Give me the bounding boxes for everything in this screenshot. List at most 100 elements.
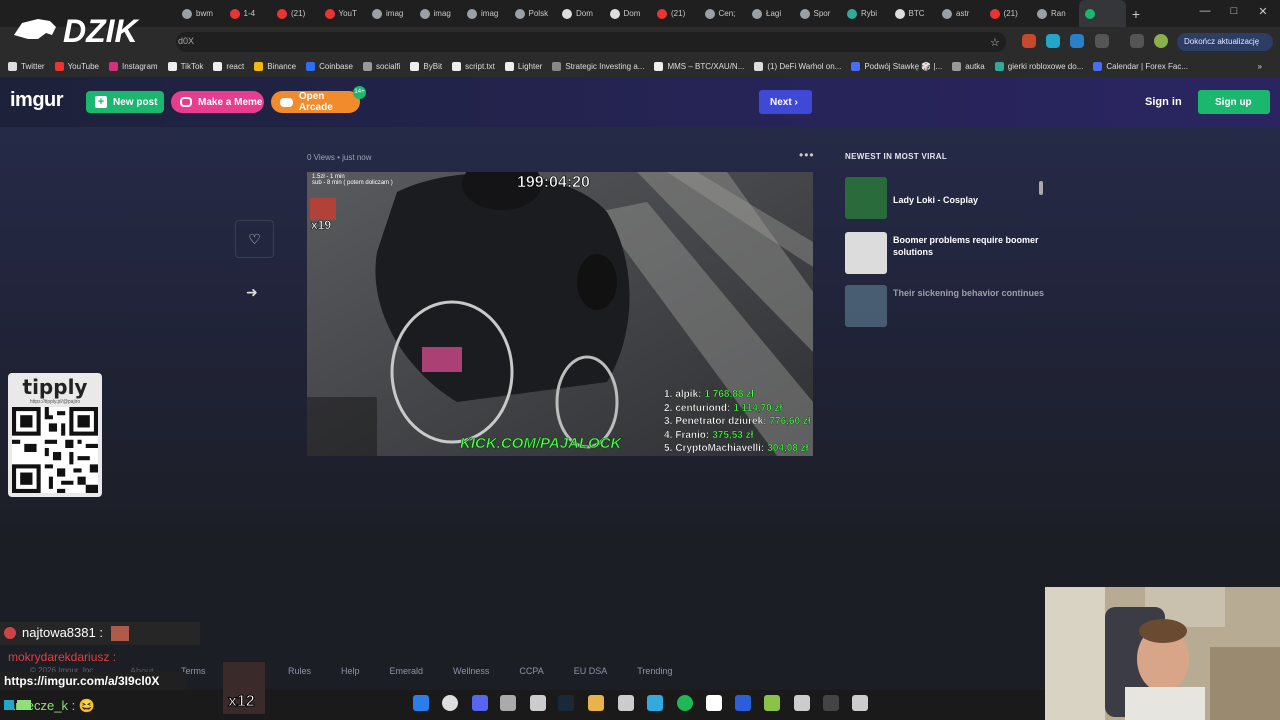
open-arcade-button[interactable]: Open Arcade bbox=[271, 91, 360, 113]
bookmark-item[interactable]: Instagram bbox=[109, 62, 158, 71]
post-media[interactable]: 1.5zł - 1 min sub - 8 min ( potem dolicz… bbox=[307, 172, 813, 456]
bookmark-item[interactable]: Lighter bbox=[504, 62, 542, 71]
extension-icon[interactable] bbox=[1070, 34, 1084, 48]
app-icon[interactable] bbox=[706, 695, 722, 711]
imgur-logo[interactable]: imgur bbox=[10, 89, 64, 112]
footer-link[interactable]: Rules bbox=[288, 666, 311, 676]
browser-tab[interactable]: Ran bbox=[1031, 0, 1079, 27]
chat-message: mokrydarekdariusz : bbox=[0, 650, 200, 668]
bookmark-item[interactable]: MMS – BTC/XAU/N... bbox=[654, 62, 744, 71]
app-icon[interactable] bbox=[618, 695, 634, 711]
browser-tab[interactable]: BTC bbox=[889, 0, 937, 27]
bookmark-item[interactable]: Twitter bbox=[8, 62, 45, 71]
new-tab-icon[interactable]: + bbox=[1126, 6, 1146, 22]
app-icon[interactable] bbox=[764, 695, 780, 711]
browser-tab[interactable]: Cen; bbox=[699, 0, 747, 27]
browser-tab[interactable]: YouT bbox=[319, 0, 367, 27]
sidebar-scrollbar[interactable] bbox=[1039, 181, 1043, 195]
tab-label: imag bbox=[481, 9, 499, 18]
browser-tab[interactable]: Dom bbox=[604, 0, 652, 27]
emoji-icon: 😆 bbox=[78, 698, 96, 713]
browser-tab[interactable]: imag bbox=[366, 0, 414, 27]
bookmark-item[interactable]: socialfi bbox=[362, 62, 400, 71]
footer-link[interactable]: Help bbox=[341, 666, 360, 676]
post-time: just now bbox=[342, 153, 372, 162]
folder-icon[interactable] bbox=[588, 695, 604, 711]
footer-link[interactable]: CCPA bbox=[519, 666, 543, 676]
chrome-icon[interactable] bbox=[442, 695, 458, 711]
viral-post-item[interactable]: Their sickening behavior continues bbox=[845, 285, 1045, 329]
app-icon[interactable] bbox=[735, 695, 751, 711]
app-icon[interactable] bbox=[823, 695, 839, 711]
terminal-icon[interactable] bbox=[852, 695, 868, 711]
puzzle-icon[interactable] bbox=[1095, 34, 1109, 48]
browser-tab[interactable]: Polsk bbox=[509, 0, 557, 27]
bookmark-item[interactable]: script.txt bbox=[452, 62, 495, 71]
tab-label: Dom bbox=[576, 9, 593, 18]
bookmark-label: Twitter bbox=[21, 62, 45, 71]
bookmark-item[interactable]: Calendar | Forex Fac... bbox=[1093, 62, 1188, 71]
leaderboard-name: alpik: bbox=[675, 389, 702, 400]
bookmark-item[interactable]: ByBit bbox=[410, 62, 442, 71]
footer-link[interactable]: Trending bbox=[637, 666, 672, 676]
star-icon[interactable]: ☆ bbox=[990, 36, 1000, 49]
leaderboard-name: CryptoMachiavelli: bbox=[675, 443, 765, 455]
app-icon[interactable] bbox=[500, 695, 516, 711]
spotify-icon[interactable] bbox=[677, 695, 693, 711]
next-button[interactable]: Next › bbox=[759, 90, 812, 114]
browser-tab[interactable]: 1-4 bbox=[224, 0, 272, 27]
browser-tab[interactable]: Łagi bbox=[746, 0, 794, 27]
bookmark-item[interactable]: (1) DeFi Warhol on... bbox=[754, 62, 841, 71]
update-button[interactable]: Dokończ aktualizację bbox=[1177, 33, 1273, 51]
viral-post-item[interactable]: Lady Loki - Cosplay bbox=[845, 177, 1045, 221]
browser-tab[interactable]: Dom bbox=[556, 0, 604, 27]
favorite-button[interactable]: ♡ bbox=[235, 220, 274, 258]
app-icon[interactable] bbox=[647, 695, 663, 711]
bookmark-item[interactable]: gierki robloxowe do... bbox=[994, 62, 1083, 71]
more-options-icon[interactable]: ••• bbox=[799, 148, 815, 162]
browser-tab[interactable]: astr bbox=[936, 0, 984, 27]
more-bookmarks-icon[interactable]: » bbox=[1258, 62, 1280, 71]
browser-tab[interactable]: imag bbox=[461, 0, 509, 27]
extension-icon[interactable] bbox=[1022, 34, 1036, 48]
maximize-icon[interactable]: □ bbox=[1219, 5, 1249, 17]
minimize-icon[interactable]: — bbox=[1190, 5, 1220, 17]
bookmark-item[interactable]: Binance bbox=[254, 62, 296, 71]
browser-tab[interactable]: (21) bbox=[984, 0, 1032, 27]
share-arrow-icon[interactable]: ➜ bbox=[246, 284, 258, 301]
browser-tab[interactable]: (21) bbox=[651, 0, 699, 27]
bookmark-item[interactable]: Podwój Stawkę 🎲 |... bbox=[851, 62, 942, 71]
steam-icon[interactable] bbox=[558, 695, 574, 711]
close-window-icon[interactable]: ✕ bbox=[1248, 5, 1278, 18]
stream-multiplier: x19 bbox=[311, 218, 332, 233]
bookmark-item[interactable]: Strategic Investing a... bbox=[552, 62, 644, 71]
footer-link[interactable]: EU DSA bbox=[574, 666, 608, 676]
browser-tab[interactable]: Rybi bbox=[841, 0, 889, 27]
media-icon[interactable] bbox=[1130, 34, 1144, 48]
discord-icon[interactable] bbox=[472, 695, 488, 711]
sign-in-link[interactable]: Sign in bbox=[1145, 96, 1182, 108]
viral-post-item[interactable]: Boomer problems require boomer solutions bbox=[845, 232, 1045, 276]
profile-avatar[interactable] bbox=[1154, 34, 1168, 48]
notepad-icon[interactable] bbox=[794, 695, 810, 711]
footer-link[interactable]: Wellness bbox=[453, 666, 489, 676]
new-post-button[interactable]: + New post bbox=[86, 91, 164, 113]
make-meme-button[interactable]: Make a Meme bbox=[171, 91, 264, 113]
footer-link[interactable]: Emerald bbox=[390, 666, 424, 676]
browser-tab[interactable]: Spor bbox=[794, 0, 842, 27]
browser-tab[interactable]: (21) bbox=[271, 0, 319, 27]
bookmark-item[interactable]: Coinbase bbox=[306, 62, 353, 71]
extension-icon[interactable] bbox=[1046, 34, 1060, 48]
bookmark-item[interactable]: TikTok bbox=[167, 62, 203, 71]
app-icon[interactable] bbox=[530, 695, 546, 711]
bookmark-item[interactable]: YouTube bbox=[54, 62, 99, 71]
browser-tab[interactable]: bwm bbox=[176, 0, 224, 27]
browser-tab[interactable]: imag bbox=[414, 0, 462, 27]
windows-start-icon[interactable] bbox=[413, 695, 429, 711]
sign-up-button[interactable]: Sign up bbox=[1198, 90, 1270, 114]
bookmark-icon bbox=[54, 62, 64, 71]
address-bar[interactable]: d0X bbox=[176, 32, 1006, 52]
bookmark-item[interactable]: autka bbox=[952, 62, 985, 71]
browser-tab[interactable] bbox=[1078, 0, 1126, 27]
bookmark-item[interactable]: react bbox=[213, 62, 244, 71]
